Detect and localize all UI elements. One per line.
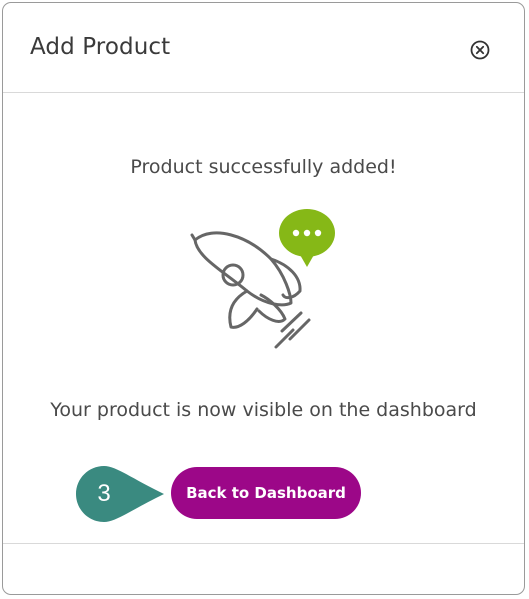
back-to-dashboard-button[interactable]: Back to Dashboard	[171, 467, 361, 519]
step-number: 3	[97, 480, 111, 507]
close-circle-icon	[470, 40, 490, 60]
modal-title: Add Product	[30, 34, 171, 60]
success-message: Product successfully added!	[130, 156, 397, 178]
add-product-modal: Add Product Product successfully added!	[2, 2, 525, 595]
modal-footer-divider	[3, 543, 524, 544]
close-button[interactable]	[470, 40, 490, 60]
rocket-illustration	[189, 207, 343, 363]
chat-bubble-icon	[279, 209, 335, 267]
modal-header: Add Product	[3, 3, 524, 93]
visible-message: Your product is now visible on the dashb…	[50, 399, 477, 421]
